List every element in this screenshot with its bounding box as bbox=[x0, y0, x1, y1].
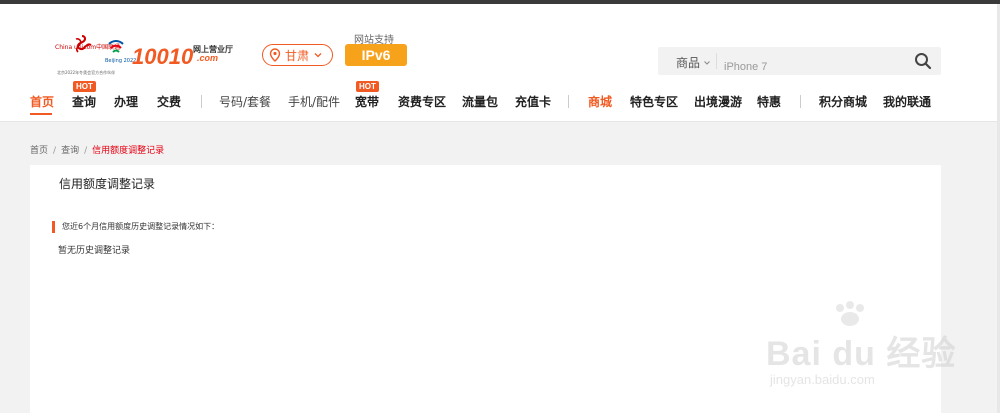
nav-divider bbox=[568, 95, 569, 108]
nav-item-data-pack[interactable]: 流量包 bbox=[462, 93, 498, 110]
search-category-dropdown[interactable]: 商品 bbox=[676, 54, 711, 71]
breadcrumb-separator: / bbox=[53, 146, 57, 156]
partner-text: 北京2022年冬奥会官方合作伙伴 bbox=[57, 70, 116, 75]
site-header: China unicom中国联通 Beijing 2022 北京2022年冬奥会… bbox=[0, 4, 1000, 122]
breadcrumb-separator: / bbox=[84, 146, 88, 156]
brand-domain: .com bbox=[197, 53, 219, 63]
baidu-jingyan-watermark: Bai du 经验 jingyan.baidu.com bbox=[760, 300, 960, 400]
watermark-url: jingyan.baidu.com bbox=[770, 372, 875, 387]
nav-item-pay[interactable]: 交费 bbox=[157, 93, 181, 110]
ipv6-badge: IPv6 bbox=[345, 44, 407, 66]
search-divider bbox=[716, 53, 717, 69]
location-pin-icon bbox=[269, 48, 281, 62]
nav-item-handle[interactable]: 办理 bbox=[114, 93, 138, 110]
breadcrumb: 首页 / 查询 / 信用额度调整记录 bbox=[30, 143, 164, 156]
nav-item-broadband[interactable]: 宽带 bbox=[355, 93, 379, 110]
nav-divider bbox=[800, 95, 801, 108]
main-nav: 首页 查询 HOT 办理 交费 号码/套餐 手机/配件 宽带 HOT 资费专区 … bbox=[0, 81, 1000, 117]
nav-divider bbox=[201, 95, 202, 108]
site-logo[interactable]: China unicom中国联通 Beijing 2022 北京2022年冬奥会… bbox=[55, 34, 235, 80]
nav-item-deals[interactable]: 特惠 bbox=[757, 93, 781, 110]
beijing-2022-emblem-icon bbox=[108, 40, 124, 53]
page-title: 信用额度调整记录 bbox=[59, 177, 156, 191]
brand-number: 10010 bbox=[132, 44, 194, 69]
nav-item-points-mall[interactable]: 积分商城 bbox=[819, 93, 867, 110]
paw-icon bbox=[836, 301, 864, 326]
empty-state-text: 暂无历史调整记录 bbox=[58, 246, 131, 256]
breadcrumb-query[interactable]: 查询 bbox=[61, 146, 79, 156]
search-icon[interactable] bbox=[914, 52, 932, 70]
nav-item-mall[interactable]: 商城 bbox=[588, 93, 612, 110]
nav-active-indicator bbox=[30, 113, 52, 115]
nav-item-recharge-card[interactable]: 充值卡 bbox=[515, 93, 551, 110]
breadcrumb-current: 信用额度调整记录 bbox=[92, 146, 165, 156]
nav-item-phones[interactable]: 手机/配件 bbox=[288, 93, 340, 110]
chevron-down-icon bbox=[314, 53, 322, 58]
nav-item-my-unicom[interactable]: 我的联通 bbox=[883, 93, 931, 110]
nav-item-tariff[interactable]: 资费专区 bbox=[398, 93, 446, 110]
search-category-label: 商品 bbox=[676, 56, 701, 70]
watermark-text: Bai du 经验 bbox=[766, 335, 957, 373]
nav-item-number-plan[interactable]: 号码/套餐 bbox=[219, 93, 271, 110]
region-selector[interactable]: 甘肃 bbox=[262, 44, 333, 66]
nav-item-roaming[interactable]: 出境漫游 bbox=[694, 93, 742, 110]
region-label: 甘肃 bbox=[285, 48, 310, 63]
hot-badge: HOT bbox=[73, 81, 96, 92]
nav-item-featured[interactable]: 特色专区 bbox=[630, 93, 678, 110]
search-input[interactable] bbox=[724, 47, 904, 75]
nav-item-query[interactable]: 查询 bbox=[72, 93, 96, 110]
breadcrumb-home[interactable]: 首页 bbox=[30, 146, 48, 156]
nav-item-home[interactable]: 首页 bbox=[30, 93, 54, 110]
search-bar: 商品 bbox=[658, 47, 941, 75]
history-notice: 您近6个月信用额度历史调整记录情况如下： bbox=[52, 221, 219, 233]
hot-badge: HOT bbox=[356, 81, 379, 92]
chevron-down-icon bbox=[704, 60, 710, 65]
